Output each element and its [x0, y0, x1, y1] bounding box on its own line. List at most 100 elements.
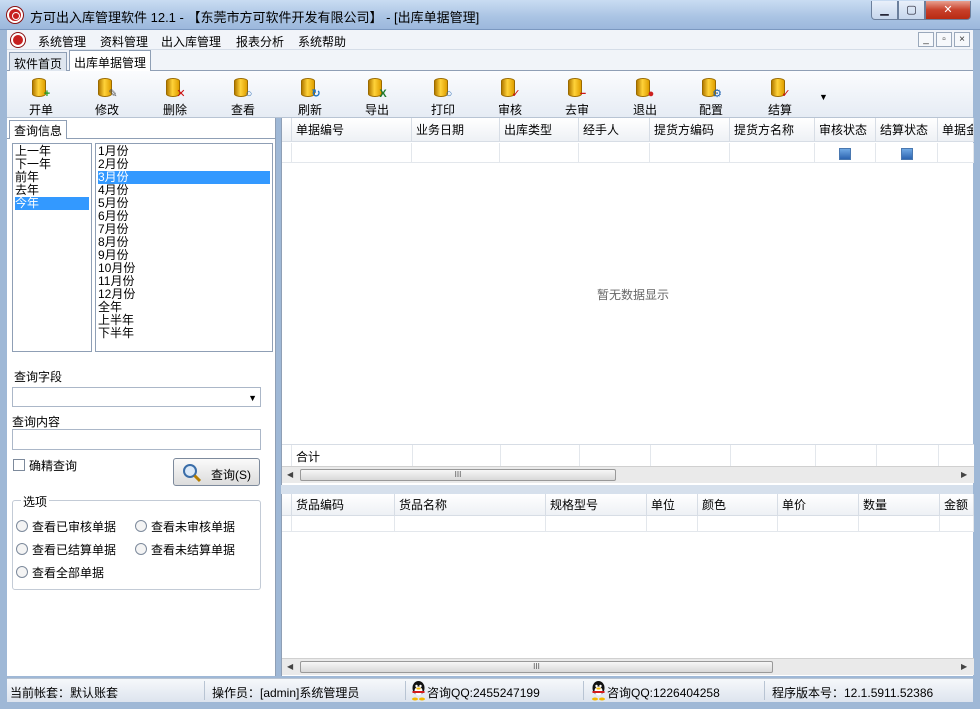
settle-filter-checkbox[interactable] — [901, 148, 913, 160]
tab-home[interactable]: 软件首页 — [9, 52, 68, 71]
option-settled-radio[interactable] — [16, 543, 28, 555]
detail-cell[interactable] — [698, 516, 778, 532]
query-field-select[interactable]: ▼ — [12, 387, 261, 407]
edit-icon: ✎ — [95, 76, 119, 100]
col-spec[interactable]: 规格型号 — [546, 494, 647, 516]
search-button-label: 查询(S) — [211, 468, 251, 482]
toolbar-button-excel[interactable]: X 导出 — [352, 74, 402, 117]
toolbar-button-delete[interactable]: ✕ 删除 — [150, 74, 200, 117]
grid-splitter[interactable] — [281, 485, 973, 494]
filter-cell[interactable] — [500, 143, 579, 163]
col-doc-no[interactable]: 单据编号 — [292, 118, 412, 142]
filter-cell[interactable] — [292, 143, 412, 163]
detail-cell[interactable] — [778, 516, 859, 532]
option-unapproved-radio[interactable] — [135, 520, 147, 532]
toolbar-button-print[interactable]: ○ 打印 — [418, 74, 468, 117]
month-list[interactable]: 1月份 2月份 3月份 4月份 5月份 6月份 7月份 8月份 9月份 10月份 11月份 12月份全… — [95, 143, 273, 352]
col-item-code[interactable]: 货品编码 — [292, 494, 395, 516]
detail-grid-hscrollbar[interactable]: ◀ III ▶ — [282, 658, 974, 675]
footer-row-header — [282, 445, 292, 466]
col-amount[interactable]: 金额 — [940, 494, 974, 516]
col-quantity[interactable]: 数量 — [859, 494, 940, 516]
filter-cell[interactable] — [650, 143, 730, 163]
search-button[interactable]: 查询(S) — [173, 458, 260, 486]
scroll-right-icon[interactable]: ▶ — [961, 662, 967, 671]
maximize-button[interactable]: ▢ — [898, 1, 925, 20]
footer-divider — [730, 445, 731, 466]
option-all-radio[interactable] — [16, 566, 28, 578]
menu-reports[interactable]: 报表分析 — [236, 33, 284, 50]
filter-cell[interactable] — [412, 143, 500, 163]
detail-cell[interactable] — [859, 516, 940, 532]
month-list-item[interactable]: 12月份 — [98, 288, 270, 301]
col-receiver-name[interactable]: 提货方名称 — [730, 118, 815, 142]
tab-query-info[interactable]: 查询信息 — [9, 120, 68, 139]
approve-filter-checkbox[interactable] — [839, 148, 851, 160]
exact-query-checkbox[interactable] — [13, 459, 25, 471]
scroll-right-icon[interactable]: ▶ — [961, 470, 967, 479]
menu-system[interactable]: 系统管理 — [38, 33, 86, 50]
main-grid-hscrollbar[interactable]: ◀ III ▶ — [282, 466, 974, 483]
col-approve-status[interactable]: 审核状态 — [815, 118, 876, 142]
footer-divider — [815, 445, 816, 466]
detail-cell[interactable] — [940, 516, 974, 532]
footer-divider — [500, 445, 501, 466]
detail-cell[interactable] — [395, 516, 546, 532]
footer-total-label: 合计 — [296, 450, 321, 464]
mdi-app-icon[interactable] — [11, 33, 25, 47]
col-unit-price[interactable]: 单价 — [778, 494, 859, 516]
toolbar-button-exit[interactable]: ● 退出 — [620, 74, 670, 117]
detail-cell[interactable] — [647, 516, 698, 532]
option-approved-radio[interactable] — [16, 520, 28, 532]
toolbar-button-add[interactable]: + 开单 — [16, 74, 66, 117]
detail-cell[interactable] — [292, 516, 395, 532]
mdi-restore-button[interactable]: ▫ — [936, 32, 952, 47]
query-content-input[interactable] — [12, 429, 261, 450]
toolbar-badge-glyph: ○ — [445, 88, 453, 100]
tab-outbound-docs[interactable]: 出库单据管理 — [69, 50, 152, 72]
col-settle-status[interactable]: 结算状态 — [876, 118, 938, 142]
scroll-left-icon[interactable]: ◀ — [287, 470, 293, 479]
detail-cell[interactable] — [546, 516, 647, 532]
scroll-left-icon[interactable]: ◀ — [287, 662, 293, 671]
menu-data[interactable]: 资料管理 — [100, 33, 148, 50]
toolbar-button-search[interactable]: ○ 查看 — [218, 74, 268, 117]
col-doc-amount[interactable]: 单据金 — [938, 118, 974, 142]
toolbar-button-config[interactable]: ⚙ 配置 — [686, 74, 736, 117]
menu-inout[interactable]: 出入库管理 — [161, 33, 221, 50]
toolbar-button-edit[interactable]: ✎ 修改 — [82, 74, 132, 117]
filter-cell[interactable] — [938, 143, 974, 163]
toolbar-button-approve[interactable]: ✓ 审核 — [485, 74, 535, 117]
filter-cell[interactable] — [579, 143, 650, 163]
toolbar-overflow-icon[interactable]: ▼ — [819, 92, 828, 102]
toolbar-button-settle[interactable]: ✓ 结算 — [755, 74, 805, 117]
col-unit[interactable]: 单位 — [647, 494, 698, 516]
col-out-type[interactable]: 出库类型 — [500, 118, 579, 142]
toolbar-badge-glyph: ✎ — [108, 88, 118, 100]
minimize-button[interactable]: ▁ — [871, 1, 898, 20]
col-handler[interactable]: 经手人 — [579, 118, 650, 142]
mdi-close-button[interactable]: × — [954, 32, 970, 47]
month-list-item[interactable]: 下半年 — [98, 327, 270, 340]
toolbar-button-refresh[interactable]: ↻ 刷新 — [285, 74, 335, 117]
toolbar-button-unapprove[interactable]: − 去审 — [552, 74, 602, 117]
scroll-thumb[interactable]: III — [300, 469, 616, 481]
year-list[interactable]: 上一年 下一年 前年 去年 今年 — [12, 143, 92, 352]
menu-help[interactable]: 系统帮助 — [298, 33, 346, 50]
status-qq-1[interactable]: 咨询QQ:2455247199 — [427, 684, 540, 701]
option-unapproved-label: 查看未审核单据 — [151, 520, 236, 534]
status-qq-2[interactable]: 咨询QQ:1226404258 — [607, 684, 720, 701]
col-biz-date[interactable]: 业务日期 — [412, 118, 500, 142]
status-version: 程序版本号：12.1.5911.52386 — [772, 686, 934, 700]
scroll-thumb[interactable]: III — [300, 661, 773, 673]
details-grid[interactable]: 货品编码 货品名称 规格型号 单位 颜色 单价 数量 金额 ◀ III ▶ — [281, 494, 974, 676]
mdi-minimize-button[interactable]: _ — [918, 32, 934, 47]
option-unsettled-radio[interactable] — [135, 543, 147, 555]
col-receiver-code[interactable]: 提货方编码 — [650, 118, 730, 142]
close-button[interactable]: ✕ — [925, 1, 971, 20]
filter-cell[interactable] — [730, 143, 815, 163]
col-item-name[interactable]: 货品名称 — [395, 494, 546, 516]
col-color[interactable]: 颜色 — [698, 494, 778, 516]
documents-grid[interactable]: 单据编号 业务日期 出库类型 经手人 提货方编码 提货方名称 审核状态 结算状态… — [281, 118, 974, 485]
year-list-item[interactable]: 今年 — [15, 197, 89, 210]
